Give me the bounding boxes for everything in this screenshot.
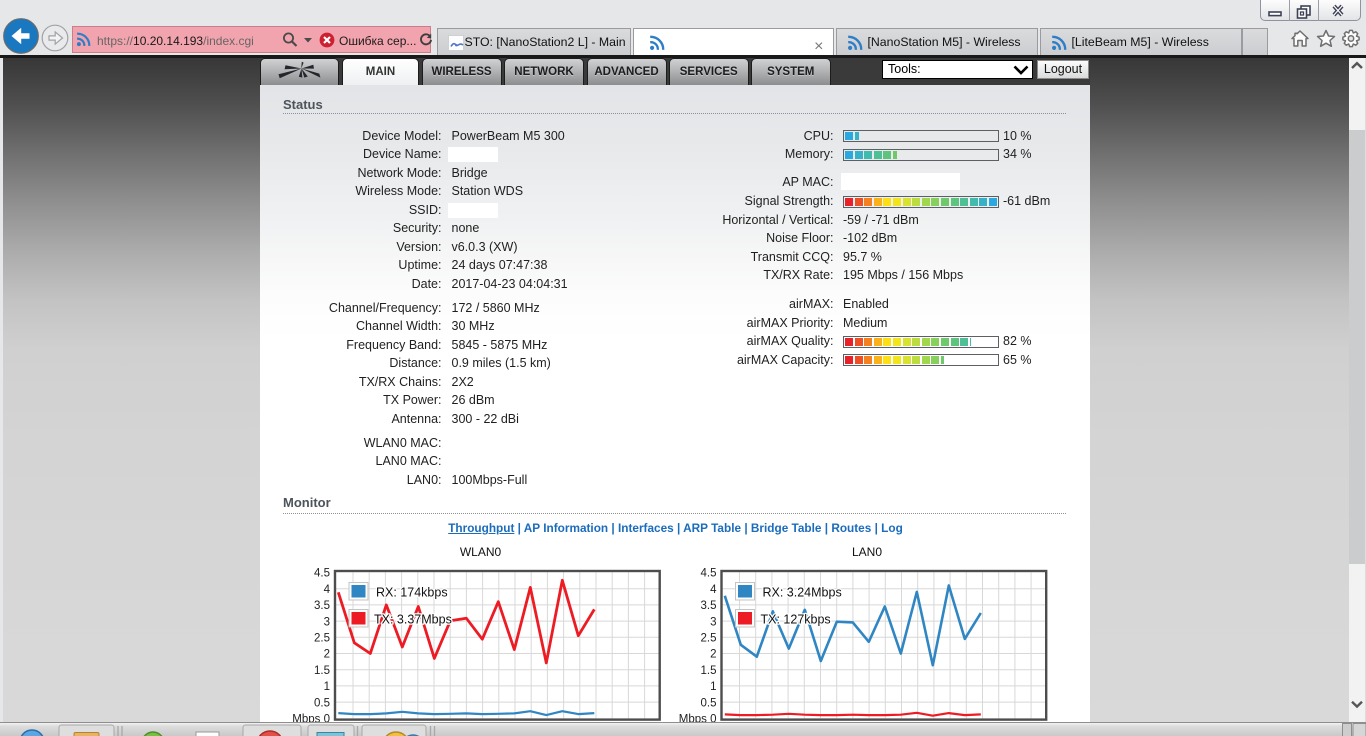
svg-text:3.5: 3.5 [314,600,330,612]
svg-text:2: 2 [710,649,716,661]
svg-text:2.5: 2.5 [314,633,330,645]
svg-text:TX: 3.37Mbps: TX: 3.37Mbps [374,613,452,627]
svg-text:RX: 174kbps: RX: 174kbps [376,586,448,600]
svg-text:4.5: 4.5 [701,568,717,580]
svg-text:3: 3 [324,616,330,628]
svg-text:3: 3 [710,616,716,628]
svg-text:4.5: 4.5 [314,568,330,580]
svg-text:4: 4 [710,584,717,596]
svg-text:0.5: 0.5 [701,697,717,709]
svg-text:TX: 127kbps: TX: 127kbps [761,613,831,627]
svg-text:0.5: 0.5 [314,697,330,709]
svg-text:LAN0: LAN0 [852,545,882,559]
svg-text:1.5: 1.5 [701,665,717,677]
svg-text:2.5: 2.5 [701,633,717,645]
svg-text:4: 4 [324,584,331,596]
svg-text:RX: 3.24Mbps: RX: 3.24Mbps [763,586,842,600]
svg-text:1: 1 [324,681,330,693]
svg-text:1: 1 [710,681,716,693]
svg-text:2: 2 [324,649,330,661]
svg-text:WLAN0: WLAN0 [460,545,502,559]
svg-text:1.5: 1.5 [314,665,330,677]
svg-text:3.5: 3.5 [701,600,717,612]
